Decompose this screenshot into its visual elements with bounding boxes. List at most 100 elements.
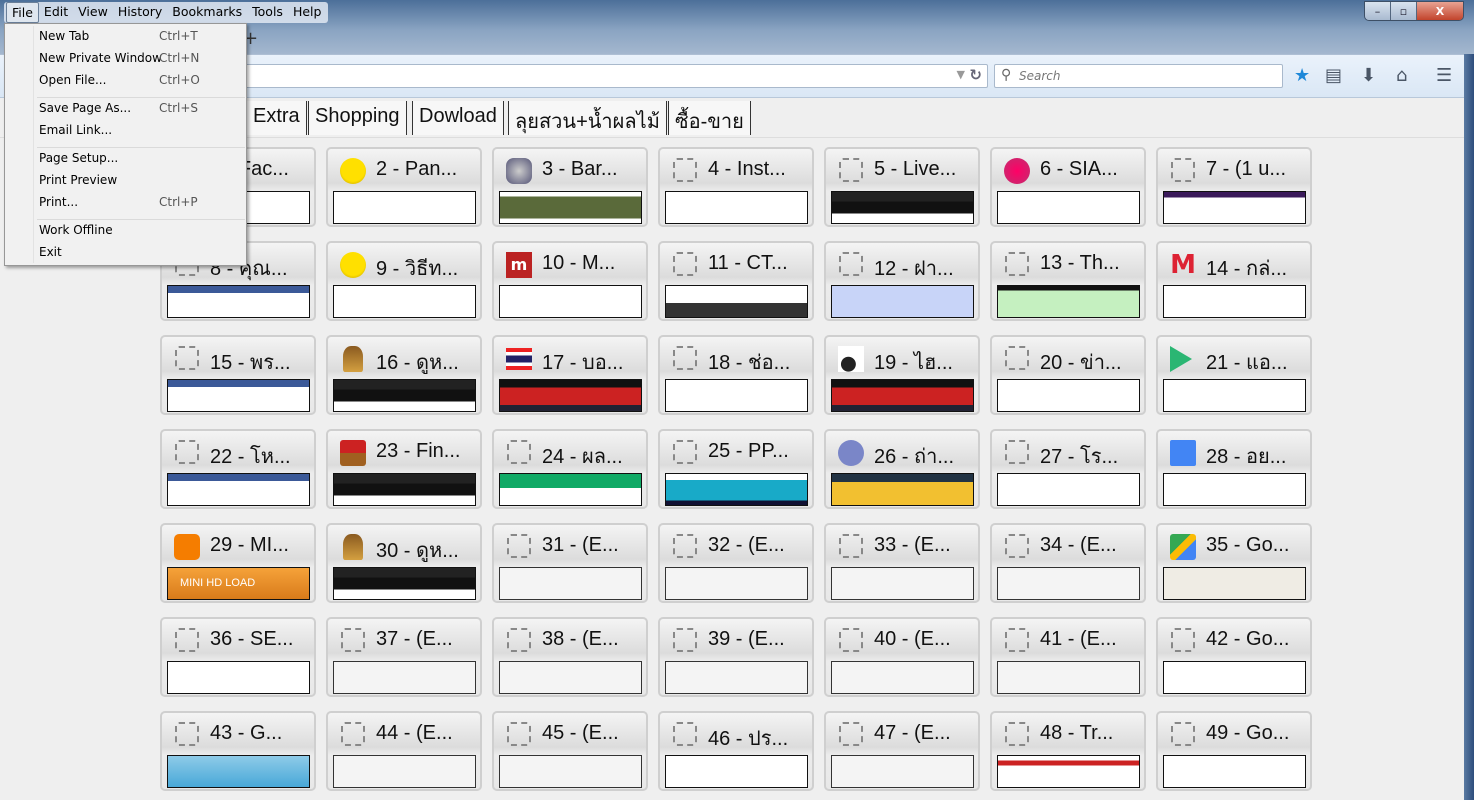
search-input[interactable]: ⚲ Search — [994, 64, 1283, 88]
site-tile[interactable]: 4 - Inst... — [658, 147, 814, 227]
site-tile[interactable]: 29 - MI... MINI HD LOAD — [160, 523, 316, 603]
restore-button[interactable]: ▫ — [1391, 2, 1417, 20]
menu-tools[interactable]: Tools — [247, 2, 288, 23]
site-tile[interactable]: 20 - ข่า... — [990, 335, 1146, 415]
placeholder-favicon-icon — [673, 252, 697, 276]
home-icon[interactable]: ⌂ — [1396, 65, 1407, 86]
tile-thumbnail — [1163, 191, 1306, 224]
minimize-button[interactable]: – — [1365, 2, 1391, 20]
site-tile[interactable]: 34 - (E... — [990, 523, 1146, 603]
site-tile[interactable]: 38 - (E... — [492, 617, 648, 697]
menu-item-email-link[interactable]: Email Link... — [39, 123, 244, 143]
placeholder-favicon-icon — [175, 722, 199, 746]
site-tile[interactable]: 13 - Th... — [990, 241, 1146, 321]
site-tile[interactable]: 27 - โร... — [990, 429, 1146, 509]
site-tile[interactable]: 36 - SE... — [160, 617, 316, 697]
site-tile[interactable]: 19 - ไฮ... — [824, 335, 980, 415]
menu-item-save-page-as[interactable]: Save Page As... Ctrl+S — [39, 101, 244, 121]
site-tile[interactable]: 41 - (E... — [990, 617, 1146, 697]
site-tile[interactable]: m 10 - M... — [492, 241, 648, 321]
menu-edit[interactable]: Edit — [39, 2, 73, 23]
site-tile[interactable]: 32 - (E... — [658, 523, 814, 603]
menu-item-label: Exit — [39, 245, 62, 259]
tile-title: 42 - Go... — [1206, 628, 1290, 650]
site-tile[interactable]: 39 - (E... — [658, 617, 814, 697]
bookmark-folder[interactable]: Shopping — [308, 101, 407, 135]
reading-list-icon[interactable]: ▤ — [1325, 65, 1342, 86]
bookmark-folder[interactable]: Extra — [246, 101, 307, 135]
site-tile[interactable]: 5 - Live... — [824, 147, 980, 227]
site-tile[interactable]: 12 - ฝา... — [824, 241, 980, 321]
tile-thumbnail — [665, 567, 808, 600]
site-tile[interactable]: 9 - วิธีท... — [326, 241, 482, 321]
history-dropdown-icon[interactable]: ▼ — [957, 68, 965, 81]
site-tile[interactable]: 42 - Go... — [1156, 617, 1312, 697]
site-tile[interactable]: 40 - (E... — [824, 617, 980, 697]
menu-bookmarks[interactable]: Bookmarks — [167, 2, 247, 23]
menu-item-page-setup[interactable]: Page Setup... — [39, 151, 244, 171]
site-tile[interactable]: 49 - Go... — [1156, 711, 1312, 791]
site-tile[interactable]: 28 - อย... — [1156, 429, 1312, 509]
menu-view[interactable]: View — [73, 2, 113, 23]
placeholder-favicon-icon — [1171, 158, 1195, 182]
site-tile[interactable]: 3 - Bar... — [492, 147, 648, 227]
play-favicon-icon — [1170, 346, 1192, 372]
hamburger-menu-icon[interactable]: ☰ — [1436, 65, 1452, 86]
site-tile[interactable]: 25 - PP... — [658, 429, 814, 509]
star-icon[interactable]: ★ — [1294, 65, 1310, 86]
site-tile[interactable]: 43 - G... — [160, 711, 316, 791]
placeholder-favicon-icon — [673, 346, 697, 370]
tile-title: 5 - Live... — [874, 158, 957, 180]
site-tile[interactable]: 21 - แอ... — [1156, 335, 1312, 415]
tile-title: 36 - SE... — [210, 628, 294, 650]
menu-item-open-file[interactable]: Open File... Ctrl+O — [39, 73, 244, 93]
close-button[interactable]: X — [1417, 2, 1463, 20]
site-tile[interactable]: 6 - SIA... — [990, 147, 1146, 227]
site-tile[interactable]: 44 - (E... — [326, 711, 482, 791]
site-tile[interactable]: 22 - โห... — [160, 429, 316, 509]
tile-thumbnail — [997, 661, 1140, 694]
site-tile[interactable]: 30 - ดูห... — [326, 523, 482, 603]
tile-title: 39 - (E... — [708, 628, 785, 650]
site-tile[interactable]: 47 - (E... — [824, 711, 980, 791]
tile-thumbnail — [1163, 473, 1306, 506]
tile-title: 26 - ถ่า... — [874, 446, 955, 468]
site-tile[interactable]: 7 - (1 u... — [1156, 147, 1312, 227]
menu-item-print-preview[interactable]: Print Preview — [39, 173, 244, 193]
site-tile[interactable]: 35 - Go... — [1156, 523, 1312, 603]
menu-help[interactable]: Help — [288, 2, 327, 23]
site-tile[interactable]: 16 - ดูห... — [326, 335, 482, 415]
site-tile[interactable]: 18 - ช่อ... — [658, 335, 814, 415]
site-tile[interactable]: 48 - Tr... — [990, 711, 1146, 791]
menu-item-print[interactable]: Print... Ctrl+P — [39, 195, 244, 215]
site-tile[interactable]: M 14 - กล่... — [1156, 241, 1312, 321]
menu-item-new-tab[interactable]: New Tab Ctrl+T — [39, 29, 244, 49]
site-tile[interactable]: 31 - (E... — [492, 523, 648, 603]
bookmark-folder[interactable]: Dowload — [412, 101, 504, 135]
download-icon[interactable]: ⬇ — [1361, 65, 1376, 86]
tile-title: 10 - M... — [542, 252, 616, 274]
site-tile[interactable]: 46 - ปร... — [658, 711, 814, 791]
pl-favicon-icon — [506, 158, 532, 184]
tile-thumbnail — [167, 473, 310, 506]
menu-file[interactable]: File — [6, 2, 39, 23]
menu-history[interactable]: History — [113, 2, 167, 23]
tile-thumbnail — [831, 755, 974, 788]
site-tile[interactable]: 2 - Pan... — [326, 147, 482, 227]
site-tile[interactable]: 33 - (E... — [824, 523, 980, 603]
site-tile[interactable]: 17 - บอ... — [492, 335, 648, 415]
reload-icon[interactable]: ↻ — [969, 66, 982, 84]
site-tile[interactable]: 24 - ผล... — [492, 429, 648, 509]
site-tile[interactable]: 11 - CT... — [658, 241, 814, 321]
site-tile[interactable]: 23 - Fin... — [326, 429, 482, 509]
bookmark-folder[interactable]: ลุยสวน+น้ำผลไม้ — [508, 101, 667, 135]
tile-thumbnail — [831, 379, 974, 412]
site-tile[interactable]: 26 - ถ่า... — [824, 429, 980, 509]
menu-item-new-private-window[interactable]: New Private Window Ctrl+N — [39, 51, 244, 71]
site-tile[interactable]: 15 - พร... — [160, 335, 316, 415]
bookmark-folder[interactable]: ซื้อ-ขาย — [668, 101, 751, 135]
menu-item-exit[interactable]: Exit — [39, 245, 244, 265]
menu-item-work-offline[interactable]: Work Offline — [39, 223, 244, 243]
site-tile[interactable]: 45 - (E... — [492, 711, 648, 791]
site-tile[interactable]: 37 - (E... — [326, 617, 482, 697]
